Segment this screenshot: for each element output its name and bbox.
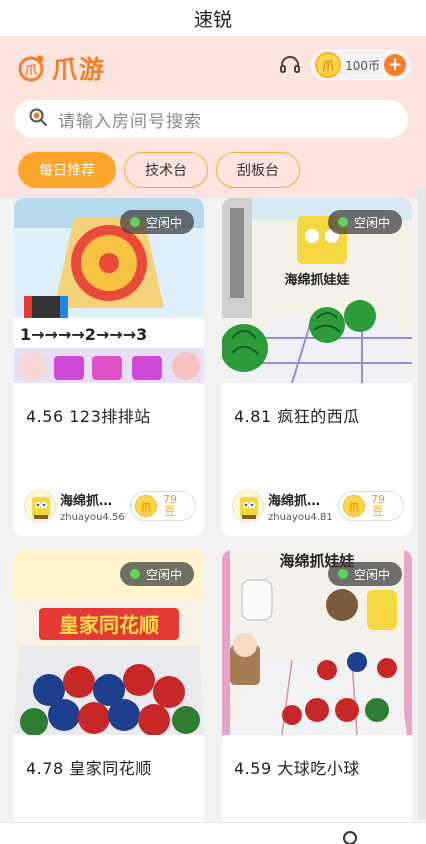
room-card[interactable]: 海绵抓娃娃 空闲中 4.59 大球吃小球 — [222, 550, 412, 844]
coin-value: 100币 — [345, 58, 380, 73]
thumb-caption: 海绵抓娃娃 — [284, 272, 349, 288]
avatar — [232, 490, 264, 522]
status-badge: 空闲中 — [327, 562, 402, 586]
price-tag: 爪 79 豆 — [130, 491, 196, 521]
add-coins-button[interactable]: + — [384, 54, 406, 76]
room-owner: 海绵抓… zhuayou4.81 爪 79 豆 — [232, 488, 404, 524]
header-actions: 爪 100币 + — [279, 50, 410, 80]
avatar — [24, 490, 56, 522]
status-badge: 空闲中 — [327, 210, 402, 234]
svg-text:1→→→→2→→→3: 1→→→→2→→→3 — [20, 325, 147, 344]
price-tag: 爪 79 豆 — [338, 491, 404, 521]
status-text: 空闲中 — [353, 567, 390, 582]
logo-claw-icon: 爪 — [16, 53, 46, 83]
headset-icon[interactable] — [279, 54, 301, 76]
owner-id: zhuayou4.56 — [60, 511, 125, 523]
status-badge: 空闲中 — [119, 210, 194, 234]
coin-balance[interactable]: 爪 100币 + — [311, 50, 410, 80]
room-title: 4.56 123排排站 — [26, 407, 151, 426]
category-tabs: 每日推荐 技术台 刮板台 — [18, 152, 300, 188]
search-placeholder: 请输入房间号搜索 — [58, 111, 202, 132]
search-icon — [28, 107, 48, 131]
room-thumbnail: 海绵抓娃娃 空闲中 — [222, 198, 412, 383]
price-unit: 豆 — [164, 505, 176, 518]
room-thumbnail: 1→→→→2→→→3 空闲中 — [14, 198, 204, 383]
app-logo: 爪 爪游 — [16, 50, 106, 86]
price-unit: 豆 — [372, 505, 384, 518]
room-card[interactable]: 1→→→→2→→→3 空闲中 4.56 123排排站 海绵抓… zhuayou4… — [14, 198, 204, 536]
status-dot-icon — [129, 217, 140, 227]
status-dot-icon — [337, 569, 348, 579]
tab-daily-recommend[interactable]: 每日推荐 — [18, 152, 116, 188]
status-dot-icon — [129, 569, 140, 579]
owner-name: 海绵抓… — [60, 493, 113, 509]
coin-icon: 爪 — [315, 52, 342, 78]
room-title: 4.81 疯狂的西瓜 — [234, 407, 360, 426]
status-text: 空闲中 — [145, 215, 182, 230]
room-thumbnail: 皇家同花顺 空闲中 — [14, 550, 204, 735]
room-card[interactable]: 海绵抓娃娃 空闲中 4.81 疯狂的西瓜 海绵抓… zhuayou4.81 爪 … — [222, 198, 412, 536]
window-title: 速锐 — [0, 0, 426, 36]
room-grid: 1→→→→2→→→3 空闲中 4.56 123排排站 海绵抓… zhuayou4… — [14, 198, 412, 844]
room-card[interactable]: 皇家同花顺 空闲中 4.78 皇家同花顺 — [14, 550, 204, 844]
status-dot-icon — [337, 217, 348, 227]
bean-coin-icon: 爪 — [135, 495, 157, 517]
owner-id: zhuayou4.81 — [268, 511, 333, 523]
scrollbar[interactable] — [418, 188, 426, 820]
owner-name: 海绵抓… — [268, 493, 321, 509]
thumb-caption: 皇家同花顺 — [59, 613, 159, 637]
bottom-nav — [0, 822, 426, 844]
status-text: 空闲中 — [145, 567, 182, 582]
status-text: 空闲中 — [353, 215, 390, 230]
search-input[interactable]: 请输入房间号搜索 — [14, 100, 408, 138]
room-thumbnail: 海绵抓娃娃 空闲中 — [222, 550, 412, 735]
status-badge: 空闲中 — [119, 562, 194, 586]
tab-skill-table[interactable]: 技术台 — [124, 152, 208, 188]
room-owner: 海绵抓… zhuayou4.56 爪 79 豆 — [24, 488, 196, 524]
room-title: 4.59 大球吃小球 — [234, 759, 360, 778]
app-screen: 速锐 爪 爪游 爪 100币 + 请输入房间号搜索 每日推荐 技术台 刮板台 1… — [0, 0, 426, 844]
search-nav-icon[interactable] — [342, 829, 360, 844]
tab-scraper-table[interactable]: 刮板台 — [216, 152, 300, 188]
svg-text:爪: 爪 — [25, 63, 38, 77]
logo-text: 爪游 — [52, 55, 107, 84]
room-title: 4.78 皇家同花顺 — [26, 759, 152, 778]
app-header: 爪 爪游 爪 100币 + 请输入房间号搜索 每日推荐 技术台 刮板台 — [0, 36, 426, 198]
bean-coin-icon: 爪 — [343, 495, 365, 517]
